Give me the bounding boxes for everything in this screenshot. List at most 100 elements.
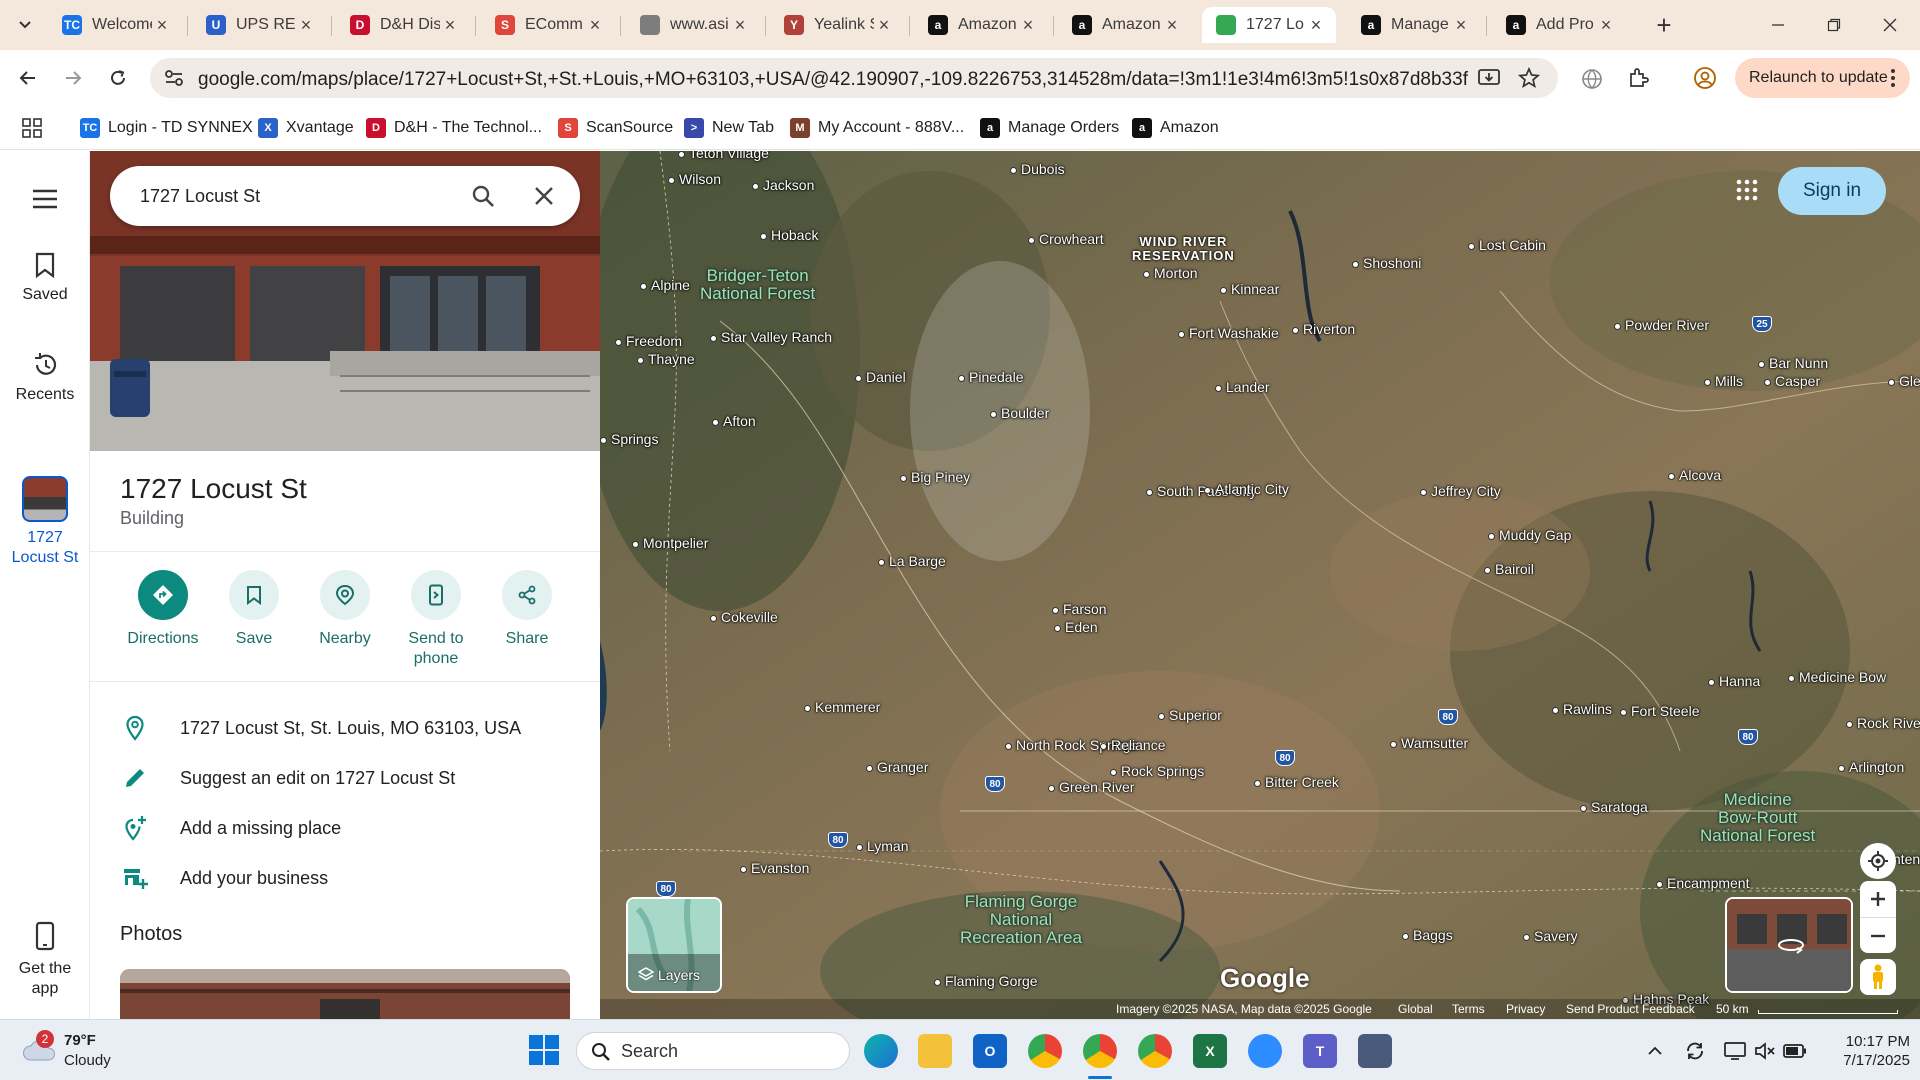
- map-town-label[interactable]: Casper: [1764, 373, 1820, 389]
- bookmark-5[interactable]: M My Account - 888V...: [790, 116, 964, 140]
- bookmark-0[interactable]: TC Login - TD SYNNEX: [80, 116, 253, 140]
- bookmark-star-icon[interactable]: [1518, 67, 1540, 89]
- map-town-label[interactable]: Wilson: [668, 171, 721, 187]
- map-town-label[interactable]: Medicine Bow: [1788, 669, 1886, 685]
- install-app-icon[interactable]: [1478, 68, 1500, 88]
- map-town-label[interactable]: Kinnear: [1220, 281, 1279, 297]
- tab-close-icon[interactable]: ×: [730, 15, 750, 35]
- new-tab-button[interactable]: +: [1650, 10, 1678, 40]
- scale-label[interactable]: 50 km: [1716, 1002, 1749, 1016]
- bookmark-4[interactable]: > New Tab: [684, 116, 774, 140]
- global-link[interactable]: Global: [1398, 1002, 1433, 1016]
- tab-close-icon[interactable]: ×: [296, 15, 316, 35]
- map-canvas[interactable]: Teton Village Wilson Jackson Dubois Hoback Al…: [600, 151, 1920, 1019]
- address-bar[interactable]: google.com/maps/place/1727+Locust+St,+St…: [150, 58, 1558, 98]
- menu-button[interactable]: [32, 189, 58, 209]
- add-business-row[interactable]: Add your business: [90, 853, 600, 903]
- map-town-label[interactable]: Freedom: [615, 333, 682, 349]
- bookmark-2[interactable]: D D&H - The Technol...: [366, 116, 542, 140]
- map-town-label[interactable]: Mills: [1704, 373, 1743, 389]
- tab-close-icon[interactable]: ×: [152, 15, 172, 35]
- map-town-label[interactable]: Shoshoni: [1352, 255, 1421, 271]
- map-town-label[interactable]: Jackson: [752, 177, 814, 193]
- map-town-label[interactable]: Bar Nunn: [1758, 355, 1828, 371]
- tab-close-icon[interactable]: ×: [1451, 15, 1471, 35]
- map-town-label[interactable]: Savery: [1523, 928, 1578, 944]
- map-town-label[interactable]: Rock Springs: [1110, 763, 1204, 779]
- photo-thumbnail[interactable]: [120, 969, 570, 1019]
- map-town-label[interactable]: Cokeville: [710, 609, 778, 625]
- my-location-button[interactable]: [1860, 843, 1896, 879]
- map-town-label[interactable]: Dubois: [1010, 161, 1065, 177]
- tab-close-icon[interactable]: ×: [1596, 15, 1616, 35]
- tab-close-icon[interactable]: ×: [1306, 15, 1326, 35]
- map-town-label[interactable]: Springs: [600, 431, 658, 447]
- terms-link[interactable]: Terms: [1452, 1002, 1485, 1016]
- teams-app[interactable]: T: [1303, 1034, 1337, 1068]
- map-town-label[interactable]: Lander: [1215, 379, 1270, 395]
- map-town-label[interactable]: Fort Washakie: [1178, 325, 1279, 341]
- map-town-label[interactable]: La Barge: [878, 553, 946, 569]
- tab-4[interactable]: www.asi ×: [626, 7, 760, 43]
- rail-recents[interactable]: Recents: [0, 352, 90, 404]
- map-town-label[interactable]: Lyman: [856, 838, 909, 854]
- map-town-label[interactable]: Powder River: [1614, 317, 1709, 333]
- map-town-label[interactable]: Lost Cabin: [1468, 237, 1546, 253]
- map-town-label[interactable]: Daniel: [855, 369, 906, 385]
- map-town-label[interactable]: Bairoil: [1484, 561, 1534, 577]
- map-town-label[interactable]: Alcova: [1668, 467, 1721, 483]
- relaunch-button[interactable]: Relaunch to update: [1735, 58, 1910, 98]
- outlook-app[interactable]: O: [973, 1034, 1007, 1068]
- map-town-label[interactable]: Farson: [1052, 601, 1107, 617]
- restore-button[interactable]: [1811, 8, 1857, 42]
- edge-app[interactable]: [864, 1034, 898, 1068]
- sign-in-button[interactable]: Sign in: [1778, 167, 1886, 215]
- map-town-label[interactable]: Alpine: [640, 277, 690, 293]
- map-town-label[interactable]: Kemmerer: [804, 699, 880, 715]
- map-town-label[interactable]: Muddy Gap: [1488, 527, 1571, 543]
- map-town-label[interactable]: Big Piney: [900, 469, 970, 485]
- weather-widget[interactable]: 2 79°F Cloudy: [18, 1030, 158, 1072]
- profile-icon[interactable]: [1693, 66, 1717, 90]
- rail-saved[interactable]: Saved: [0, 252, 90, 304]
- map-town-label[interactable]: Green River: [1048, 779, 1134, 795]
- tab-close-icon[interactable]: ×: [1162, 15, 1182, 35]
- translate-icon[interactable]: [1581, 68, 1603, 90]
- map-town-label[interactable]: Rawlins: [1552, 701, 1612, 717]
- tab-search-button[interactable]: [10, 10, 40, 40]
- share-button[interactable]: Share: [482, 570, 572, 648]
- tab-1[interactable]: U UPS REF×: [192, 7, 326, 43]
- map-town-label[interactable]: Hoback: [760, 227, 818, 243]
- map-town-label[interactable]: Flaming Gorge: [934, 973, 1038, 989]
- map-town-label[interactable]: Morton: [1143, 265, 1198, 281]
- search-icon[interactable]: [471, 184, 495, 208]
- map-town-label[interactable]: Eden: [1054, 619, 1098, 635]
- map-town-label[interactable]: Pinedale: [958, 369, 1024, 385]
- map-town-label[interactable]: Teton Village: [678, 151, 769, 161]
- map-town-label[interactable]: Saratoga: [1580, 799, 1648, 815]
- tab-7[interactable]: a Amazon ×: [1058, 7, 1192, 43]
- apps-grid-icon[interactable]: [22, 118, 42, 138]
- excel-app[interactable]: X: [1193, 1034, 1227, 1068]
- street-view-thumbnail[interactable]: [1725, 897, 1853, 993]
- nearby-button[interactable]: Nearby: [300, 570, 390, 648]
- map-town-label[interactable]: Hanna: [1708, 673, 1760, 689]
- show-hidden-icons-button[interactable]: [1642, 1038, 1668, 1064]
- add-missing-place-row[interactable]: Add a missing place: [90, 803, 600, 853]
- tab-close-icon[interactable]: ×: [585, 15, 605, 35]
- map-town-label[interactable]: Granger: [866, 759, 928, 775]
- tab-6[interactable]: a Amazon ×: [914, 7, 1048, 43]
- bookmark-7[interactable]: a Amazon: [1132, 116, 1219, 140]
- map-town-label[interactable]: Evanston: [740, 860, 809, 876]
- directions-button[interactable]: Directions: [118, 570, 208, 648]
- tab-close-icon[interactable]: ×: [440, 15, 460, 35]
- privacy-link[interactable]: Privacy: [1506, 1002, 1545, 1016]
- tab-9[interactable]: a Manage ×: [1347, 7, 1481, 43]
- feedback-link[interactable]: Send Product Feedback: [1566, 1002, 1695, 1016]
- map-town-label[interactable]: Reliance: [1100, 737, 1165, 753]
- layers-button[interactable]: Layers: [626, 897, 722, 993]
- pegman-button[interactable]: [1860, 959, 1896, 995]
- file-explorer-app[interactable]: [918, 1034, 952, 1068]
- tab-2[interactable]: D D&H Dis ×: [336, 7, 470, 43]
- map-town-label[interactable]: Montpelier: [632, 535, 708, 551]
